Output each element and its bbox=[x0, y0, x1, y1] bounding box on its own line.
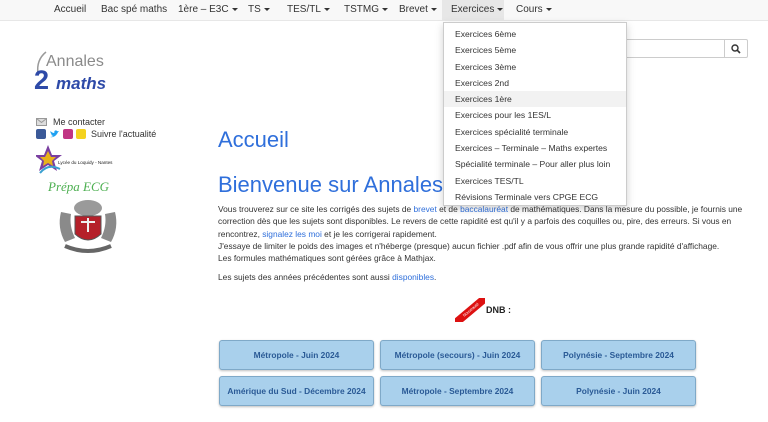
dropdown-item[interactable]: Exercices 3ème bbox=[444, 59, 626, 75]
archive-text: . bbox=[434, 272, 437, 282]
nav-item-exercices[interactable]: Exercices bbox=[442, 0, 504, 21]
dnb-button[interactable]: Métropole - Septembre 2024 bbox=[380, 376, 535, 406]
archive-text: Les sujets des années précédentes sont a… bbox=[218, 272, 393, 282]
dnb-button[interactable]: Polynésie - Septembre 2024 bbox=[541, 340, 696, 370]
site-logo[interactable]: Annales 2 maths bbox=[34, 50, 114, 98]
nav-item-ts[interactable]: TS bbox=[248, 0, 270, 21]
caret-down-icon bbox=[430, 7, 437, 11]
signalez-link[interactable]: signalez les moi bbox=[262, 229, 322, 239]
contact-link[interactable]: Me contacter bbox=[36, 117, 105, 127]
nav-item-accueil[interactable]: Accueil bbox=[54, 0, 86, 21]
lycee-name: Lycée du Loquidy - Nantes bbox=[58, 160, 113, 165]
intro-text: Vous trouverez sur ce site les corrigés … bbox=[218, 204, 414, 214]
dnb-button[interactable]: Amérique du Sud - Décembre 2024 bbox=[219, 376, 374, 406]
dnb-label: DNB : bbox=[486, 305, 511, 315]
nav-item-label: Bac spé maths bbox=[101, 4, 168, 15]
dropdown-item[interactable]: Exercices 6ème bbox=[444, 26, 626, 42]
ribbon-label: Nouveauté bbox=[455, 298, 485, 322]
dropdown-item[interactable]: Exercices 2nd bbox=[444, 75, 626, 91]
caret-down-icon bbox=[497, 7, 504, 11]
nav-item-bac-spe-maths[interactable]: Bac spé maths bbox=[101, 0, 167, 21]
nav-item-1ere-e3c[interactable]: 1ère – E3C bbox=[178, 0, 238, 21]
page-title: Accueil bbox=[218, 127, 289, 152]
dnb-button[interactable]: Métropole (secours) - Juin 2024 bbox=[380, 340, 535, 370]
brevet-link[interactable]: brevet bbox=[414, 204, 437, 214]
nav-item-label: TS bbox=[248, 4, 261, 15]
dropdown-item[interactable]: Révisions Terminale vers CPGE ECG bbox=[444, 189, 626, 205]
social-links: Suivre l'actualité bbox=[36, 129, 156, 139]
nav-item-tes-tl[interactable]: TES/TL bbox=[287, 0, 330, 21]
dropdown-item[interactable]: Exercices – Terminale – Maths expertes bbox=[444, 140, 626, 156]
dropdown-item[interactable]: Exercices pour les 1ES/L bbox=[444, 107, 626, 123]
nav-item-label: Cours bbox=[516, 4, 543, 15]
caret-down-icon bbox=[323, 7, 330, 11]
welcome-heading: Bienvenue sur Annales bbox=[218, 172, 444, 197]
mail-icon bbox=[36, 118, 47, 126]
dropdown-item[interactable]: Exercices spécialité terminale bbox=[444, 124, 626, 140]
intro-paragraph: Vous trouverez sur ce site les corrigés … bbox=[218, 203, 748, 264]
dropdown-item[interactable]: Exercices 1ère bbox=[444, 91, 626, 108]
facebook-icon[interactable] bbox=[36, 129, 46, 139]
search-button[interactable] bbox=[724, 39, 748, 58]
dropdown-item[interactable]: Exercices TES/TL bbox=[444, 173, 626, 189]
caret-down-icon bbox=[382, 7, 388, 11]
exercices-dropdown-menu: Exercices 6ème Exercices 5ème Exercices … bbox=[443, 22, 627, 206]
logo-two-text: 2 bbox=[34, 65, 50, 95]
nav-item-label: Accueil bbox=[54, 4, 87, 15]
disponibles-link[interactable]: disponibles bbox=[392, 272, 434, 282]
logo-maths-text: maths bbox=[56, 74, 107, 93]
dnb-button[interactable]: Métropole - Juin 2024 bbox=[219, 340, 374, 370]
dnb-button[interactable]: Polynésie - Juin 2024 bbox=[541, 376, 696, 406]
contact-label: Me contacter bbox=[53, 117, 106, 127]
caret-down-icon bbox=[545, 7, 552, 11]
search-input[interactable] bbox=[620, 39, 725, 58]
dropdown-item[interactable]: Exercices 5ème bbox=[444, 42, 626, 58]
mathjax-note: Les formules mathématiques sont gérées g… bbox=[218, 253, 436, 264]
follow-label: Suivre l'actualité bbox=[91, 129, 157, 139]
top-navbar: Accueil Bac spé maths 1ère – E3C TS TES/… bbox=[0, 0, 768, 21]
nav-item-tstmg[interactable]: TSTMG bbox=[344, 0, 388, 21]
nav-item-cours[interactable]: Cours bbox=[516, 0, 552, 21]
images-note: J'essaye de limiter le poids des images … bbox=[218, 240, 720, 251]
caret-down-icon bbox=[231, 7, 238, 11]
twitter-icon[interactable] bbox=[49, 129, 60, 139]
logo-annales-text: Annales bbox=[46, 53, 104, 70]
nav-item-brevet[interactable]: Brevet bbox=[399, 0, 437, 21]
caret-down-icon bbox=[263, 7, 270, 11]
prepa-label: Prépa ECG bbox=[47, 179, 110, 194]
intro-text: et je les corrigerai rapidement. bbox=[321, 228, 437, 239]
search-icon bbox=[731, 43, 741, 54]
nav-item-label: Exercices bbox=[451, 4, 495, 15]
archive-paragraph: Les sujets des années précédentes sont a… bbox=[218, 272, 436, 282]
coat-of-arms-image bbox=[59, 200, 117, 253]
nav-item-label: 1ère – E3C bbox=[178, 4, 229, 15]
dropdown-item[interactable]: Spécialité terminale – Pour aller plus l… bbox=[444, 156, 626, 172]
snapchat-icon[interactable] bbox=[76, 129, 86, 139]
nav-item-label: TSTMG bbox=[344, 4, 379, 15]
lycee-logo[interactable]: Lycée du Loquidy - Nantes Prépa ECG bbox=[36, 143, 136, 195]
new-ribbon: Nouveauté bbox=[455, 298, 485, 322]
instagram-icon[interactable] bbox=[63, 129, 73, 139]
nav-item-label: TES/TL bbox=[287, 4, 321, 15]
nav-item-label: Brevet bbox=[399, 4, 428, 15]
